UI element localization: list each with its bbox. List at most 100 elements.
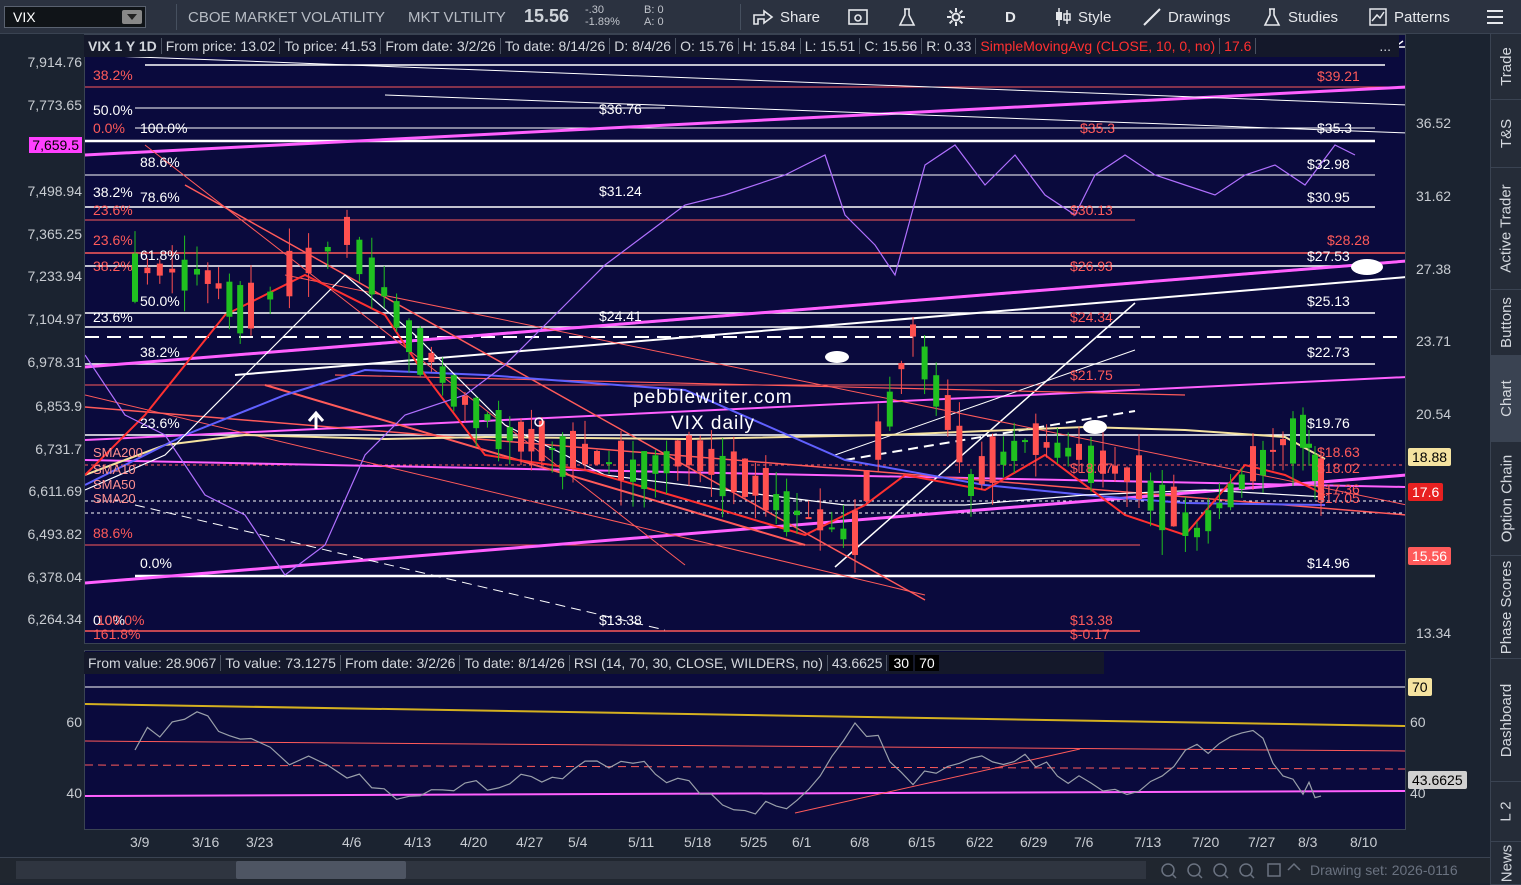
candle-body <box>181 259 188 291</box>
rsi-tag: 43.6625 <box>1408 771 1467 789</box>
candle-body <box>344 216 350 245</box>
left-axis-label: 7,914.76 <box>27 54 83 70</box>
symbol-description: CBOE MARKET VOLATILITY <box>188 9 385 26</box>
fib-label: 61.8% <box>140 247 180 263</box>
drawings-button[interactable]: Drawings <box>1142 6 1231 28</box>
menu-button[interactable] <box>1486 6 1504 28</box>
price-label: $17.05 <box>1317 490 1360 506</box>
rsi-info-bar: From value: 28.9067 To value: 73.1275 Fr… <box>84 652 1104 674</box>
candle-body <box>978 456 985 485</box>
chart-subtitle: VIX daily <box>671 413 755 434</box>
candle-body <box>875 421 882 460</box>
candle-body <box>783 491 790 533</box>
marker-ellipse <box>1083 420 1107 434</box>
rsi-to-date: To date: 8/14/26 <box>460 655 570 671</box>
left-axis-label: 6,853.9 <box>35 398 82 414</box>
date-label: 6/15 <box>908 834 936 850</box>
candle-body <box>686 435 692 466</box>
trendline-white <box>384 94 1405 134</box>
left-axis-label: 6,978.31 <box>27 354 83 370</box>
side-panel-tabs: Trade T&S Active Trader Buttons Chart Option … <box>1490 34 1521 885</box>
style-button[interactable]: Style <box>1054 6 1111 28</box>
price-label: $25.13 <box>1307 293 1350 309</box>
lab-button[interactable] <box>897 6 917 28</box>
pencil-line-icon <box>1143 8 1161 26</box>
site-watermark: pebblewriter.com <box>633 387 793 408</box>
date-label: 5/4 <box>568 834 588 850</box>
studies-button[interactable]: Studies <box>1262 6 1338 28</box>
candle-body <box>1136 455 1142 500</box>
right-axis-label: 36.52 <box>1416 115 1452 131</box>
rsi-chart[interactable] <box>84 650 1406 830</box>
rsi-trendline-red <box>85 740 1405 752</box>
symbol-dropdown-icon[interactable] <box>122 10 142 24</box>
fib-label: 78.6% <box>140 189 180 205</box>
side-tab-l-2[interactable]: L 2 <box>1491 782 1521 842</box>
candle-body <box>393 301 400 328</box>
zoom-icons[interactable] <box>1158 861 1308 881</box>
fib-label: 38.2% <box>93 67 133 83</box>
candle-body <box>989 436 996 483</box>
candle-body <box>267 291 274 300</box>
left-axis-label: 6,264.34 <box>27 611 83 627</box>
candle-body <box>968 474 974 497</box>
side-tab-dashboard[interactable]: Dashboard <box>1491 659 1521 782</box>
side-tab-news[interactable]: News <box>1491 842 1521 885</box>
study-label[interactable]: SimpleMovingAvg (CLOSE, 10, 0, no) <box>976 38 1221 54</box>
from-price: From price: 13.02 <box>162 38 281 54</box>
fib-label: 23.6% <box>93 232 133 248</box>
gear-icon <box>947 8 965 26</box>
fib-label: 50.0% <box>140 293 180 309</box>
right-axis-label: 23.71 <box>1416 333 1452 349</box>
separator <box>740 4 741 30</box>
side-tab-buttons[interactable]: Buttons <box>1491 290 1521 356</box>
fib-label: 161.8% <box>93 626 140 642</box>
side-tab-option-chain[interactable]: Option Chain <box>1491 442 1521 556</box>
side-tab-active-trader[interactable]: Active Trader <box>1491 168 1521 290</box>
side-tab-phase-scores[interactable]: Phase Scores <box>1491 556 1521 659</box>
candle-body <box>652 455 659 474</box>
side-tab-chart[interactable]: Chart <box>1491 356 1521 442</box>
candle-body <box>898 363 905 370</box>
info-more-icon[interactable]: ... <box>1375 38 1399 54</box>
side-tab-trade[interactable]: Trade <box>1491 34 1521 100</box>
scroll-thumb[interactable] <box>236 861 406 879</box>
rsi-trendline-yellow <box>85 703 1405 727</box>
price-tag: 17.6 <box>1408 483 1444 501</box>
sma-label: SMA50 <box>93 477 136 492</box>
price-label: $32.98 <box>1307 156 1350 172</box>
date-label: 8/3 <box>1298 834 1318 850</box>
candle-body <box>805 517 812 520</box>
rsi-level-30: 30 <box>889 655 914 671</box>
candle-body <box>1216 502 1223 509</box>
date-label: 3/9 <box>130 834 150 850</box>
rsi-study-label[interactable]: RSI (14, 70, 30, CLOSE, WILDERS, no) <box>570 655 828 671</box>
side-tab-t-s[interactable]: T&S <box>1491 100 1521 168</box>
price-label: $30.13 <box>1070 202 1113 218</box>
settings-button[interactable] <box>946 6 966 28</box>
scroll-track[interactable] <box>16 861 1146 879</box>
patterns-button[interactable]: Patterns <box>1368 6 1450 28</box>
candle-body <box>794 510 800 516</box>
candle-body <box>204 270 211 284</box>
right-price-axis: 36.5231.6227.3823.7120.5415.713.3418.881… <box>1406 34 1488 834</box>
candle-body <box>840 528 847 540</box>
chart-settings-button[interactable] <box>848 6 868 28</box>
share-button[interactable]: Share <box>752 6 820 28</box>
price-chart[interactable]: 38.2% 50.0% 0.0% 100.0% 88.6% 38.2% 78.6% 23.6%… <box>84 34 1406 644</box>
date-axis: 3/9 3/16 3/23 4/6 4/13 4/20 4/27 5/4 5/11 5/18 5/2… <box>84 832 1406 854</box>
horizontal-scrollbar[interactable]: Drawing set: 2026-0116 <box>0 857 1490 883</box>
candle-body <box>1000 451 1007 465</box>
candle-body <box>528 428 535 452</box>
price-label: $-0.17 <box>1070 626 1110 642</box>
candle-body <box>305 247 312 274</box>
price-label: $36.76 <box>599 101 642 117</box>
rsi-level-70: 70 <box>915 655 939 671</box>
candle-body <box>1300 414 1306 448</box>
candle-body <box>1280 439 1286 446</box>
price-label: $14.96 <box>1307 555 1350 571</box>
candle-body <box>417 328 424 375</box>
candle-body <box>933 375 940 407</box>
period-button[interactable]: D <box>1005 6 1016 28</box>
bid-ask: B: 0 A: 0 <box>644 4 664 28</box>
